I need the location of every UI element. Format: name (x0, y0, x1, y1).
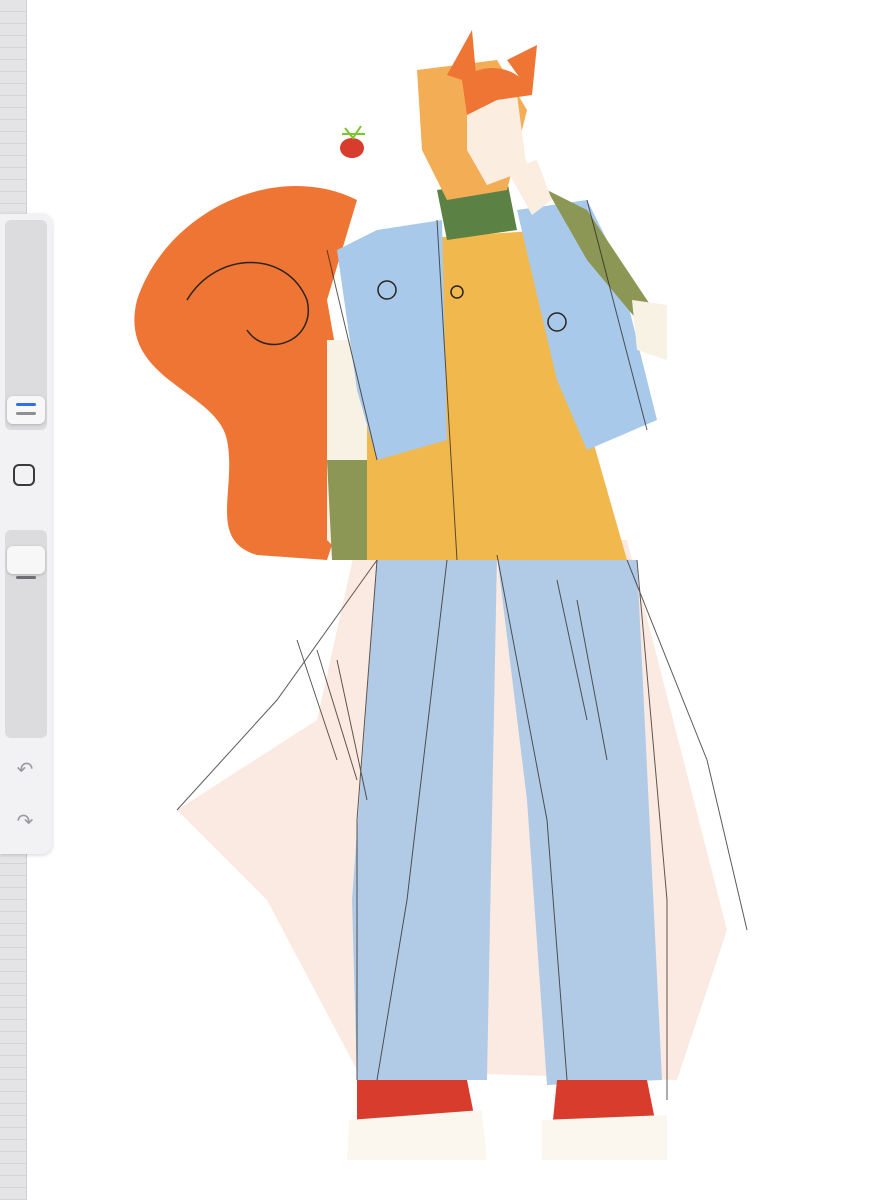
brush-size-indicator (16, 403, 36, 406)
opacity-handle[interactable] (7, 546, 45, 574)
right-sole (542, 1115, 667, 1160)
brush-size-handle[interactable] (7, 396, 45, 424)
sidebar-toolbox: ↶ ↷ (0, 214, 52, 854)
brush-size-indicator-secondary (16, 412, 36, 415)
squirrel-tail (134, 186, 357, 560)
left-leg (352, 555, 497, 1080)
drawing-canvas[interactable] (27, 0, 881, 1200)
redo-icon[interactable]: ↷ (12, 808, 38, 834)
undo-icon[interactable]: ↶ (12, 756, 38, 782)
modify-square-icon[interactable] (13, 464, 35, 486)
opacity-slider[interactable] (5, 530, 47, 738)
artwork-sketch (134, 30, 748, 1160)
acorn-icon (340, 138, 364, 158)
back-striped-cuff (327, 460, 372, 560)
opacity-indicator (16, 576, 36, 579)
sparkle-icon (342, 125, 365, 140)
drawing-app: ↶ ↷ (0, 0, 881, 1200)
brush-size-slider[interactable] (5, 220, 47, 430)
